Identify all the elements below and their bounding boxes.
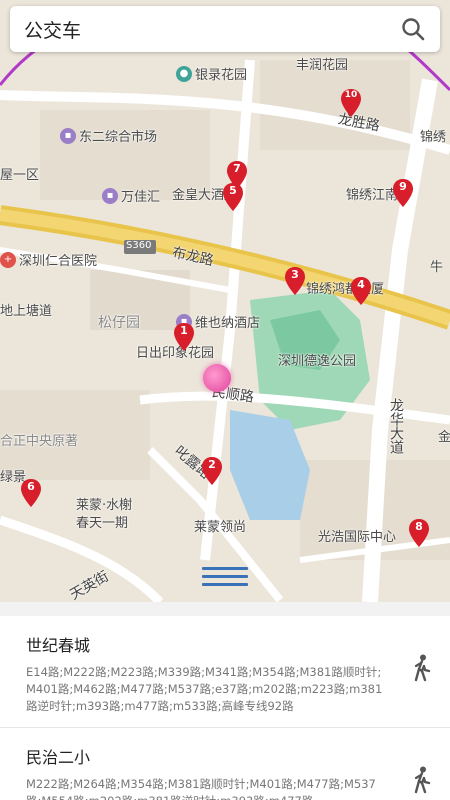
map-view[interactable]: S360 布龙路 民顺路 龙胜路 龙华大道 叱露路 天英街 ● 银录花园 丰润花园…: [0, 0, 450, 602]
page-title: 公交车: [24, 19, 82, 42]
current-location-dot: [203, 364, 231, 392]
menu-icon-bar: [202, 575, 248, 578]
bus-stop-marker[interactable]: 4: [350, 276, 372, 306]
stop-routes: E14路;M222路;M223路;M339路;M341路;M354路;M381路…: [26, 665, 383, 713]
bus-stop-marker[interactable]: 9: [392, 178, 414, 208]
road-badge-s360: S360: [126, 240, 152, 251]
bus-stop-marker[interactable]: 1: [173, 322, 195, 352]
search-icon[interactable]: [400, 16, 426, 42]
menu-button[interactable]: [202, 562, 248, 594]
list-item[interactable]: 世纪春城 E14路;M222路;M223路;M339路;M341路;M354路;…: [0, 616, 450, 728]
menu-icon-bar: [202, 567, 248, 570]
walk-icon[interactable]: [410, 654, 434, 682]
map-base-layer: [0, 0, 450, 602]
stop-name: 民治二小: [26, 748, 91, 767]
road-label-longhua: 龙华大道: [388, 398, 404, 454]
bus-stop-marker[interactable]: 10: [340, 88, 362, 118]
bus-stop-marker[interactable]: 8: [408, 518, 430, 548]
list-item[interactable]: 民治二小 M222路;M264路;M354路;M381路顺时针;M401路;M4…: [0, 728, 450, 800]
header-bar: 公交车: [10, 6, 440, 52]
menu-icon-bar: [202, 583, 248, 586]
bus-stop-list: 世纪春城 E14路;M222路;M223路;M339路;M341路;M354路;…: [0, 616, 450, 800]
stop-name: 世纪春城: [26, 636, 91, 655]
bus-stop-marker[interactable]: 3: [284, 266, 306, 296]
bus-stop-marker[interactable]: 7: [226, 160, 248, 190]
bus-stop-marker[interactable]: 2: [201, 456, 223, 486]
stop-routes: M222路;M264路;M354路;M381路顺时针;M401路;M477路;M…: [26, 777, 376, 800]
walk-icon[interactable]: [410, 766, 434, 794]
bus-stop-marker[interactable]: 6: [20, 478, 42, 508]
